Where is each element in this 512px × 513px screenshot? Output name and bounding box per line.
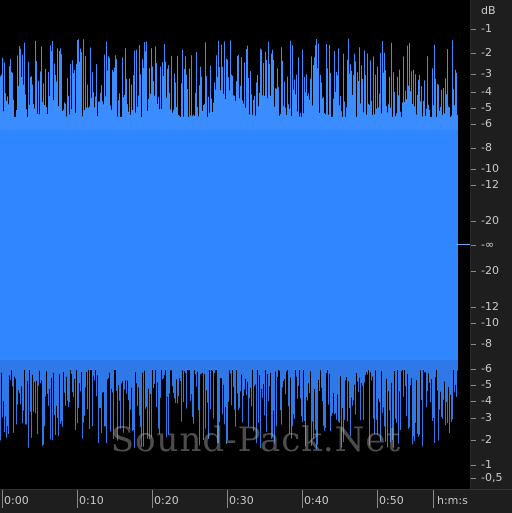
db-label: -12 — [481, 178, 499, 191]
time-tick — [302, 490, 303, 508]
db-tick — [471, 53, 476, 54]
db-tick — [471, 74, 476, 75]
time-tick — [77, 490, 78, 508]
waveform-view[interactable] — [0, 0, 471, 489]
db-ruler[interactable]: dB -1 -2 -3 -4 -5 -6 -8 -10 -12 -20 -∞ -… — [471, 0, 512, 489]
db-tick — [471, 108, 476, 109]
db-label: -20 — [481, 214, 499, 227]
db-tick — [471, 29, 476, 30]
db-label: -2 — [481, 46, 492, 59]
db-label: -2 — [481, 433, 492, 446]
db-label: -5 — [481, 378, 492, 391]
db-tick — [471, 440, 476, 441]
db-tick — [471, 271, 476, 272]
db-tick — [471, 245, 476, 246]
db-tick — [471, 169, 476, 170]
waveform-graph — [0, 0, 470, 489]
db-tick — [471, 478, 476, 479]
db-tick — [471, 465, 476, 466]
time-tick — [227, 490, 228, 508]
db-label: -6 — [481, 117, 492, 130]
db-tick — [471, 92, 476, 93]
db-tick — [471, 148, 476, 149]
waveform-bottom-channel — [0, 360, 458, 449]
db-label: -3 — [481, 411, 492, 424]
time-tick — [433, 490, 434, 508]
db-label: -6 — [481, 362, 492, 375]
db-label: -0,5 — [481, 471, 503, 484]
db-tick — [471, 124, 476, 125]
db-label: -10 — [481, 316, 499, 329]
db-unit-label: dB — [481, 4, 496, 17]
waveform-body — [0, 118, 470, 370]
db-label: -1 — [481, 458, 492, 471]
db-tick — [471, 369, 476, 370]
time-label: 0:40 — [304, 494, 329, 507]
center-line — [456, 244, 470, 245]
time-tick — [2, 490, 3, 508]
time-tick — [377, 490, 378, 508]
time-label: 0:30 — [229, 494, 254, 507]
db-tick — [471, 385, 476, 386]
db-label: -20 — [481, 264, 499, 277]
db-tick — [471, 344, 476, 345]
db-label: -4 — [481, 394, 492, 407]
db-tick — [471, 323, 476, 324]
db-tick — [471, 401, 476, 402]
db-label: -1 — [481, 22, 492, 35]
time-ruler[interactable]: 0:00 0:10 0:20 0:30 0:40 0:50 h:m:s — [0, 489, 512, 513]
waveform-top-channel — [0, 38, 458, 130]
db-label: -8 — [481, 337, 492, 350]
time-tick — [152, 490, 153, 508]
db-tick — [471, 418, 476, 419]
db-tick — [471, 307, 476, 308]
db-label: -10 — [481, 162, 499, 175]
db-label: -12 — [481, 300, 499, 313]
db-label: -3 — [481, 67, 492, 80]
time-label: 0:50 — [379, 494, 404, 507]
time-unit-label: h:m:s — [437, 494, 468, 507]
db-label: -5 — [481, 101, 492, 114]
db-tick — [471, 221, 476, 222]
db-label: -4 — [481, 85, 492, 98]
db-tick — [471, 185, 476, 186]
time-label: 0:20 — [154, 494, 179, 507]
editor-frame: dB -1 -2 -3 -4 -5 -6 -8 -10 -12 -20 -∞ -… — [0, 0, 512, 513]
time-label: 0:10 — [79, 494, 104, 507]
time-label: 0:00 — [4, 494, 29, 507]
db-label: -∞ — [481, 238, 495, 251]
db-label: -8 — [481, 141, 492, 154]
